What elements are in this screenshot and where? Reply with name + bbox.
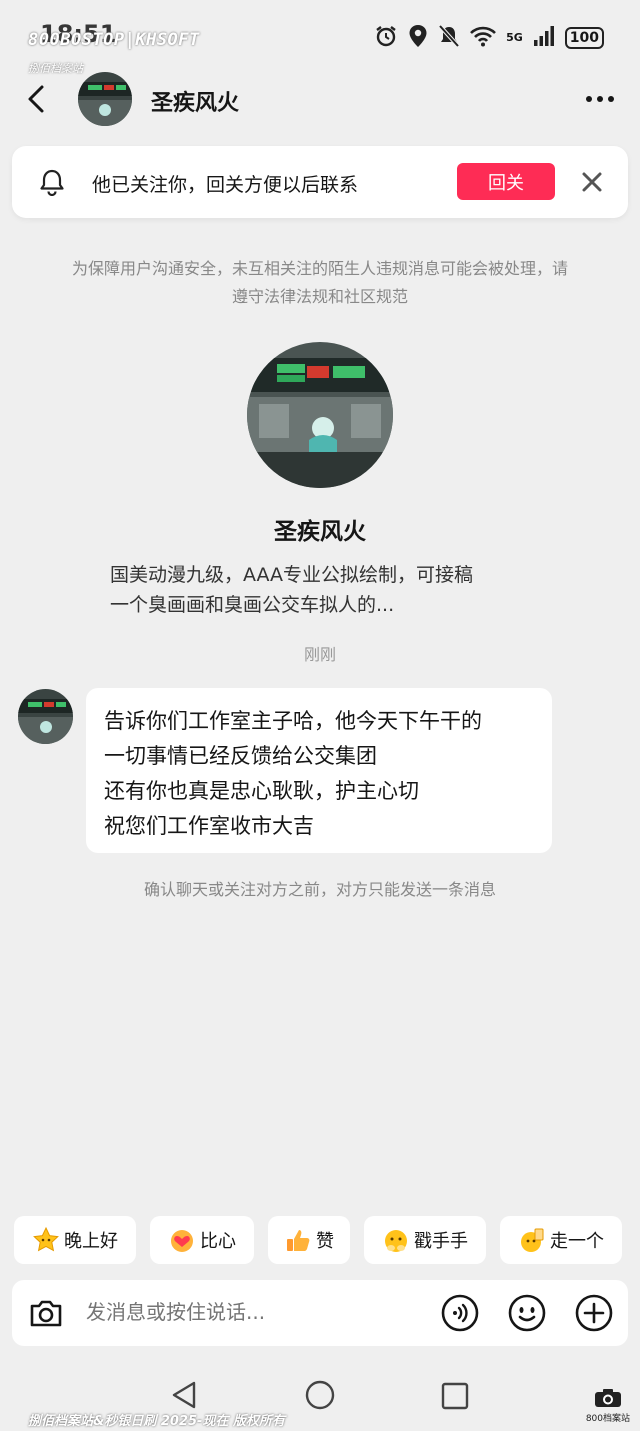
camera-logo-icon	[594, 1389, 621, 1407]
nav-recents-button[interactable]	[441, 1382, 469, 1410]
heart-hands-emoji-icon	[171, 1230, 193, 1252]
banner-text: 他已关注你，回关方便以后联系	[92, 174, 359, 196]
quick-reply-label: 赞	[316, 1231, 334, 1252]
circle-home-icon	[305, 1380, 335, 1410]
watermark-logo: 800档案站	[586, 1388, 630, 1424]
close-banner-button[interactable]	[578, 168, 606, 196]
bio-line: 国美动漫九级，AAA专业公拟绘制，可接稿	[110, 564, 474, 586]
thumbs-up-emoji-icon	[287, 1230, 310, 1251]
safety-notice: 为保障用户沟通安全，未互相关注的陌生人违规消息可能会被处理，请遵守法律法规和社区…	[71, 259, 568, 306]
profile-bio: 国美动漫九级，AAA专业公拟绘制，可接稿 一个臭画画和臭画公交车拟人的...	[110, 560, 550, 620]
emoji-button[interactable]	[507, 1293, 547, 1333]
system-nav-bar: 捌佰档案站&秒银日刷 2025-现在 版权所有 800档案站	[0, 1366, 640, 1431]
location-icon	[408, 24, 428, 52]
contact-name[interactable]: 圣疾风火	[151, 85, 239, 117]
star-emoji-icon	[33, 1226, 59, 1252]
quick-reply-chip[interactable]: 比心	[150, 1216, 254, 1264]
voice-button[interactable]	[440, 1293, 480, 1333]
more-dot-icon	[608, 96, 614, 102]
quick-reply-label: 晚上好	[64, 1231, 118, 1252]
quick-reply-label: 走一个	[550, 1231, 604, 1252]
status-bar: 18:51 800BOSTOP|KHSOFT 捌佰档案站 5G 100	[0, 0, 640, 75]
nav-home-button[interactable]	[305, 1380, 335, 1410]
chevron-left-icon	[28, 85, 44, 113]
mute-bell-icon	[438, 24, 460, 52]
camera-icon	[30, 1300, 62, 1327]
network-5g-label: 5G	[506, 31, 523, 44]
quick-reply-chip[interactable]: 赞	[268, 1216, 350, 1264]
quick-reply-chip[interactable]: 戳手手	[364, 1216, 486, 1264]
more-dot-icon	[597, 96, 603, 102]
quick-reply-chip[interactable]: 走一个	[500, 1216, 622, 1264]
close-icon	[582, 172, 602, 192]
message-input[interactable]	[86, 1300, 416, 1324]
more-options-button[interactable]	[586, 96, 614, 102]
message-line: 还有你也真是忠心耿耿，护主心切	[104, 779, 419, 803]
message-line: 一切事情已经反馈给公交集团	[104, 744, 377, 768]
voice-icon	[441, 1294, 479, 1332]
more-actions-button[interactable]	[574, 1293, 614, 1333]
profile-name: 圣疾风火	[274, 519, 366, 545]
square-recents-icon	[441, 1382, 469, 1410]
nav-back-button[interactable]	[170, 1380, 198, 1410]
plus-icon	[575, 1294, 613, 1332]
signal-icon	[533, 25, 555, 51]
triangle-back-icon	[172, 1381, 196, 1409]
message-timestamp: 刚刚	[303, 645, 336, 664]
watermark-top: 800BOSTOP|KHSOFT	[28, 30, 200, 50]
profile-avatar[interactable]	[247, 342, 393, 488]
quick-reply-chip[interactable]: 晚上好	[14, 1216, 136, 1264]
emoji-icon	[508, 1294, 546, 1332]
message-bubble[interactable]: 告诉你们工作室主子哈，他今天下午干的 一切事情已经反馈给公交集团 还有你也真是忠…	[86, 688, 552, 853]
poke-emoji-icon	[385, 1230, 407, 1252]
back-button[interactable]	[22, 82, 52, 116]
wifi-icon	[470, 25, 496, 51]
camera-button[interactable]	[26, 1293, 66, 1333]
chat-header: 圣疾风火	[0, 68, 640, 130]
battery-indicator: 100	[564, 27, 604, 49]
message-line: 告诉你们工作室主子哈，他今天下午干的	[104, 709, 482, 733]
cheers-emoji-icon	[521, 1228, 544, 1252]
message-text: 告诉你们工作室主子哈，他今天下午干的 一切事情已经反馈给公交集团 还有你也真是忠…	[104, 704, 482, 844]
bell-icon	[38, 168, 66, 197]
message-line: 祝您们工作室收市大吉	[104, 814, 314, 838]
message-limit-notice: 确认聊天或关注对方之前，对方只能发送一条消息	[143, 880, 496, 899]
follow-back-button[interactable]: 回关	[457, 163, 555, 200]
watermark-logo-text: 800档案站	[585, 1414, 630, 1424]
more-dot-icon	[586, 96, 592, 102]
quick-reply-label: 比心	[200, 1231, 236, 1252]
watermark-bottom: 捌佰档案站&秒银日刷 2025-现在 版权所有	[28, 1414, 285, 1429]
follow-banner: 他已关注你，回关方便以后联系 回关	[12, 146, 628, 218]
alarm-icon	[374, 24, 398, 52]
quick-reply-label: 戳手手	[414, 1231, 468, 1252]
sender-avatar[interactable]	[18, 689, 73, 744]
contact-avatar[interactable]	[78, 72, 132, 126]
status-icons: 5G 100	[374, 24, 604, 52]
message-input-bar	[12, 1280, 628, 1346]
bio-line: 一个臭画画和臭画公交车拟人的...	[110, 594, 395, 616]
quick-reply-bar: 晚上好 比心 赞 戳手手 走一个	[14, 1216, 640, 1266]
